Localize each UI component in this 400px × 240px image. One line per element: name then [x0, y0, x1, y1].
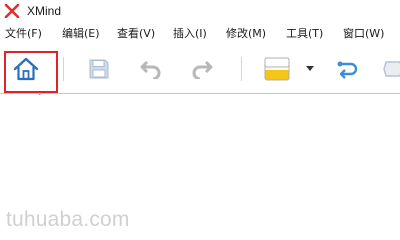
watermark: tuhuaba.com — [6, 208, 130, 231]
